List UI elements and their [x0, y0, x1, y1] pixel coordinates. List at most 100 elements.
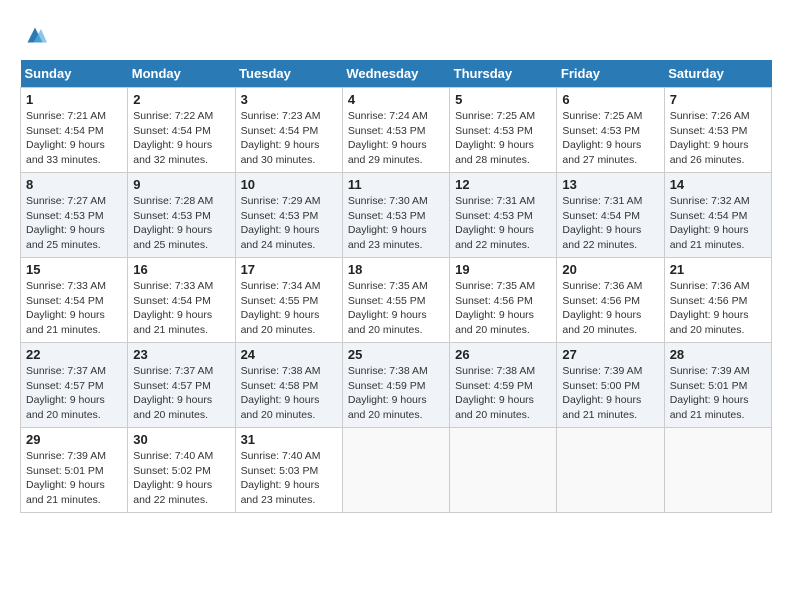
day-number: 23: [133, 347, 229, 362]
day-number: 27: [562, 347, 658, 362]
day-info: Sunrise: 7:22 AMSunset: 4:54 PMDaylight:…: [133, 109, 229, 168]
calendar-day-18: 18 Sunrise: 7:35 AMSunset: 4:55 PMDayligh…: [342, 258, 449, 343]
calendar-day-7: 7 Sunrise: 7:26 AMSunset: 4:53 PMDaylight…: [664, 88, 771, 173]
calendar-day-31: 31Sunrise: 7:40 AMSunset: 5:03 PMDayligh…: [235, 428, 342, 513]
calendar-day-23: 23 Sunrise: 7:37 AMSunset: 4:57 PMDayligh…: [128, 343, 235, 428]
day-info: Sunrise: 7:40 AMSunset: 5:02 PMDaylight:…: [133, 449, 229, 508]
calendar-day-3: 3 Sunrise: 7:23 AMSunset: 4:54 PMDaylight…: [235, 88, 342, 173]
day-info: Sunrise: 7:39 AMSunset: 5:00 PMDaylight:…: [562, 364, 658, 423]
calendar-week-2: 8 Sunrise: 7:27 AMSunset: 4:53 PMDaylight…: [21, 173, 772, 258]
day-number: 21: [670, 262, 766, 277]
day-header-tuesday: Tuesday: [235, 60, 342, 88]
day-info: Sunrise: 7:21 AMSunset: 4:54 PMDaylight:…: [26, 109, 122, 168]
day-info: Sunrise: 7:39 AMSunset: 5:01 PMDaylight:…: [26, 449, 122, 508]
day-number: 13: [562, 177, 658, 192]
day-number: 9: [133, 177, 229, 192]
day-info: Sunrise: 7:25 AMSunset: 4:53 PMDaylight:…: [455, 109, 551, 168]
day-info: Sunrise: 7:31 AMSunset: 4:53 PMDaylight:…: [455, 194, 551, 253]
day-header-friday: Friday: [557, 60, 664, 88]
day-info: Sunrise: 7:32 AMSunset: 4:54 PMDaylight:…: [670, 194, 766, 253]
day-number: 19: [455, 262, 551, 277]
day-number: 18: [348, 262, 444, 277]
calendar-day-13: 13 Sunrise: 7:31 AMSunset: 4:54 PMDayligh…: [557, 173, 664, 258]
calendar-day-8: 8 Sunrise: 7:27 AMSunset: 4:53 PMDaylight…: [21, 173, 128, 258]
calendar-day-25: 25 Sunrise: 7:38 AMSunset: 4:59 PMDayligh…: [342, 343, 449, 428]
day-info: Sunrise: 7:38 AMSunset: 4:58 PMDaylight:…: [241, 364, 337, 423]
calendar-day-19: 19 Sunrise: 7:35 AMSunset: 4:56 PMDayligh…: [450, 258, 557, 343]
day-info: Sunrise: 7:38 AMSunset: 4:59 PMDaylight:…: [455, 364, 551, 423]
day-number: 16: [133, 262, 229, 277]
calendar-day-4: 4 Sunrise: 7:24 AMSunset: 4:53 PMDaylight…: [342, 88, 449, 173]
day-number: 8: [26, 177, 122, 192]
day-info: Sunrise: 7:36 AMSunset: 4:56 PMDaylight:…: [562, 279, 658, 338]
day-header-monday: Monday: [128, 60, 235, 88]
day-number: 5: [455, 92, 551, 107]
calendar-week-5: 29 Sunrise: 7:39 AMSunset: 5:01 PMDayligh…: [21, 428, 772, 513]
day-info: Sunrise: 7:26 AMSunset: 4:53 PMDaylight:…: [670, 109, 766, 168]
calendar-day-22: 22 Sunrise: 7:37 AMSunset: 4:57 PMDayligh…: [21, 343, 128, 428]
calendar-day-5: 5 Sunrise: 7:25 AMSunset: 4:53 PMDaylight…: [450, 88, 557, 173]
day-number: 1: [26, 92, 122, 107]
calendar-day-30: 30 Sunrise: 7:40 AMSunset: 5:02 PMDayligh…: [128, 428, 235, 513]
day-info: Sunrise: 7:36 AMSunset: 4:56 PMDaylight:…: [670, 279, 766, 338]
calendar-day-17: 17Sunrise: 7:34 AMSunset: 4:55 PMDayligh…: [235, 258, 342, 343]
day-number: 26: [455, 347, 551, 362]
calendar-body: 1 Sunrise: 7:21 AMSunset: 4:54 PMDaylight…: [21, 88, 772, 513]
calendar-day-27: 27 Sunrise: 7:39 AMSunset: 5:00 PMDayligh…: [557, 343, 664, 428]
day-number: 22: [26, 347, 122, 362]
day-number: 15: [26, 262, 122, 277]
day-number: 28: [670, 347, 766, 362]
calendar-header-row: SundayMondayTuesdayWednesdayThursdayFrid…: [21, 60, 772, 88]
day-info: Sunrise: 7:40 AMSunset: 5:03 PMDaylight:…: [241, 449, 337, 508]
calendar-day-24: 24 Sunrise: 7:38 AMSunset: 4:58 PMDayligh…: [235, 343, 342, 428]
day-info: Sunrise: 7:31 AMSunset: 4:54 PMDaylight:…: [562, 194, 658, 253]
empty-cell: [342, 428, 449, 513]
day-info: Sunrise: 7:29 AMSunset: 4:53 PMDaylight:…: [241, 194, 337, 253]
day-number: 25: [348, 347, 444, 362]
day-header-thursday: Thursday: [450, 60, 557, 88]
day-info: Sunrise: 7:30 AMSunset: 4:53 PMDaylight:…: [348, 194, 444, 253]
calendar-day-9: 9 Sunrise: 7:28 AMSunset: 4:53 PMDaylight…: [128, 173, 235, 258]
day-info: Sunrise: 7:27 AMSunset: 4:53 PMDaylight:…: [26, 194, 122, 253]
day-info: Sunrise: 7:37 AMSunset: 4:57 PMDaylight:…: [26, 364, 122, 423]
empty-cell: [664, 428, 771, 513]
day-number: 3: [241, 92, 337, 107]
day-number: 11: [348, 177, 444, 192]
day-number: 2: [133, 92, 229, 107]
day-header-saturday: Saturday: [664, 60, 771, 88]
day-number: 17: [241, 262, 337, 277]
calendar-day-15: 15Sunrise: 7:33 AMSunset: 4:54 PMDayligh…: [21, 258, 128, 343]
day-number: 7: [670, 92, 766, 107]
page-header: [20, 20, 772, 50]
day-info: Sunrise: 7:39 AMSunset: 5:01 PMDaylight:…: [670, 364, 766, 423]
calendar-day-11: 11 Sunrise: 7:30 AMSunset: 4:53 PMDayligh…: [342, 173, 449, 258]
calendar-day-20: 20Sunrise: 7:36 AMSunset: 4:56 PMDayligh…: [557, 258, 664, 343]
day-info: Sunrise: 7:37 AMSunset: 4:57 PMDaylight:…: [133, 364, 229, 423]
day-info: Sunrise: 7:33 AMSunset: 4:54 PMDaylight:…: [133, 279, 229, 338]
day-header-sunday: Sunday: [21, 60, 128, 88]
calendar-table: SundayMondayTuesdayWednesdayThursdayFrid…: [20, 60, 772, 513]
day-info: Sunrise: 7:24 AMSunset: 4:53 PMDaylight:…: [348, 109, 444, 168]
day-number: 14: [670, 177, 766, 192]
day-info: Sunrise: 7:38 AMSunset: 4:59 PMDaylight:…: [348, 364, 444, 423]
day-number: 29: [26, 432, 122, 447]
day-info: Sunrise: 7:35 AMSunset: 4:56 PMDaylight:…: [455, 279, 551, 338]
day-info: Sunrise: 7:23 AMSunset: 4:54 PMDaylight:…: [241, 109, 337, 168]
calendar-day-21: 21 Sunrise: 7:36 AMSunset: 4:56 PMDayligh…: [664, 258, 771, 343]
day-info: Sunrise: 7:25 AMSunset: 4:53 PMDaylight:…: [562, 109, 658, 168]
day-info: Sunrise: 7:35 AMSunset: 4:55 PMDaylight:…: [348, 279, 444, 338]
calendar-week-4: 22 Sunrise: 7:37 AMSunset: 4:57 PMDayligh…: [21, 343, 772, 428]
day-info: Sunrise: 7:28 AMSunset: 4:53 PMDaylight:…: [133, 194, 229, 253]
day-number: 10: [241, 177, 337, 192]
calendar-day-26: 26 Sunrise: 7:38 AMSunset: 4:59 PMDayligh…: [450, 343, 557, 428]
day-header-wednesday: Wednesday: [342, 60, 449, 88]
calendar-day-16: 16 Sunrise: 7:33 AMSunset: 4:54 PMDayligh…: [128, 258, 235, 343]
day-number: 30: [133, 432, 229, 447]
calendar-day-28: 28 Sunrise: 7:39 AMSunset: 5:01 PMDayligh…: [664, 343, 771, 428]
day-number: 24: [241, 347, 337, 362]
logo: [20, 20, 54, 50]
calendar-day-1: 1 Sunrise: 7:21 AMSunset: 4:54 PMDaylight…: [21, 88, 128, 173]
calendar-day-6: 6Sunrise: 7:25 AMSunset: 4:53 PMDaylight…: [557, 88, 664, 173]
day-number: 4: [348, 92, 444, 107]
calendar-day-29: 29 Sunrise: 7:39 AMSunset: 5:01 PMDayligh…: [21, 428, 128, 513]
